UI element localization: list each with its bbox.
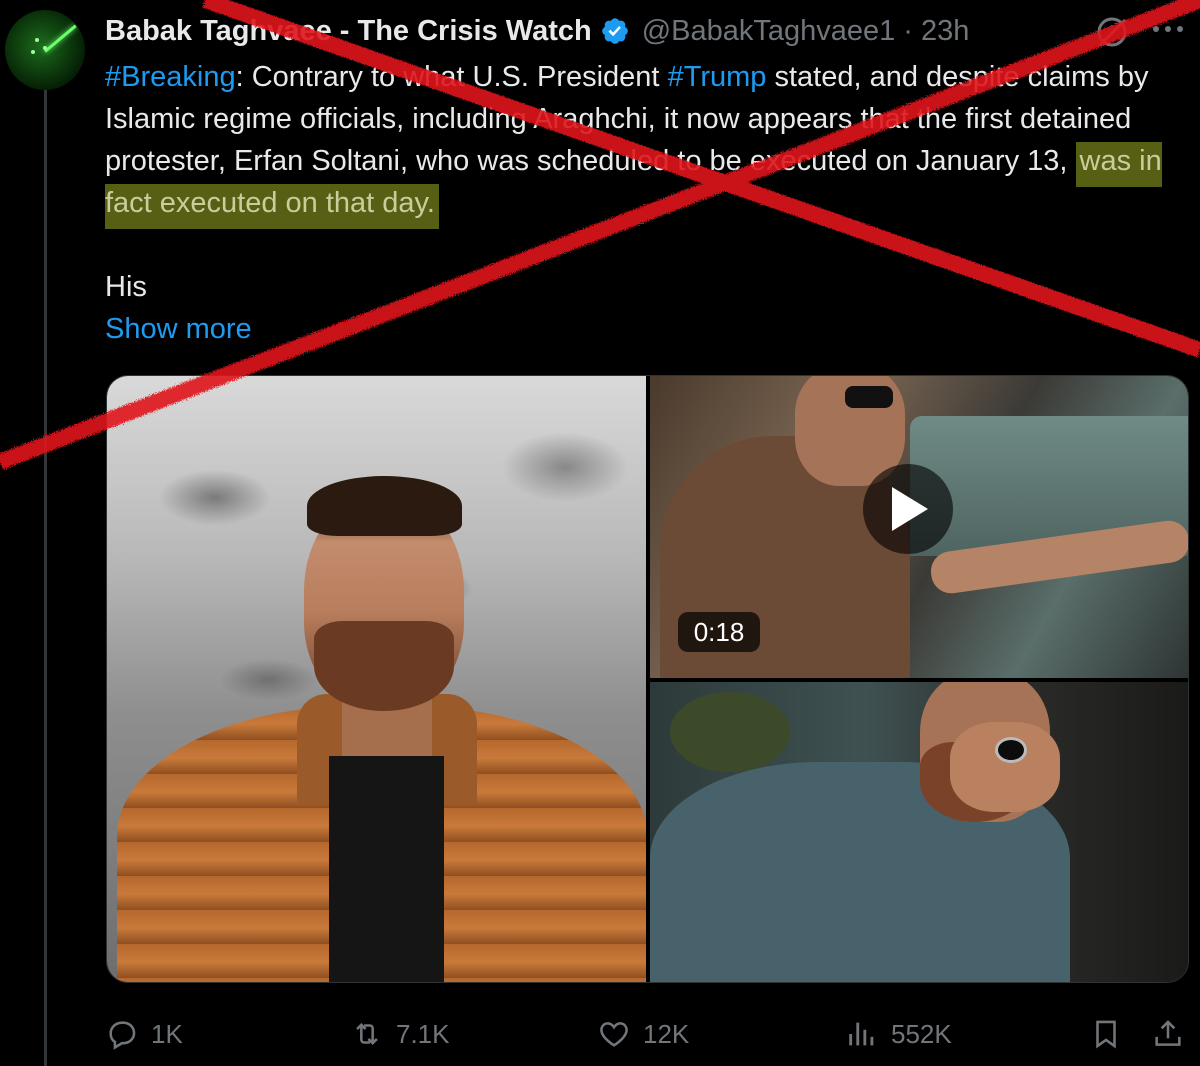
grok-icon[interactable] xyxy=(1094,14,1130,50)
verified-badge-icon xyxy=(601,18,628,44)
author-name[interactable]: Babak Taghvaee - The Crisis Watch xyxy=(105,15,592,48)
avatar[interactable] xyxy=(5,10,85,90)
shirt xyxy=(329,756,444,982)
bookmark-button[interactable] xyxy=(1089,1012,1135,1056)
photo-portrait-snow[interactable] xyxy=(107,376,646,982)
repost-button[interactable]: 7.1K xyxy=(350,1012,450,1056)
more-icon[interactable] xyxy=(1150,18,1186,42)
radar-blip xyxy=(35,38,39,42)
hashtag-trump[interactable]: #Trump xyxy=(668,61,767,93)
photo-portrait-sweater[interactable] xyxy=(650,682,1188,982)
hair xyxy=(307,476,462,536)
beard xyxy=(314,621,454,711)
plant xyxy=(670,692,790,772)
tweet-text-continued: His xyxy=(105,271,147,303)
tweet-header: Babak Taghvaee - The Crisis Watch @Babak… xyxy=(105,10,969,52)
video-thumbnail[interactable]: 0:18 xyxy=(650,376,1188,678)
radar-blip xyxy=(43,46,47,50)
heart-icon xyxy=(600,1022,628,1047)
reply-icon xyxy=(109,1021,136,1050)
hand xyxy=(950,722,1060,812)
tweet-actions: 1K 7.1K 12K 552K xyxy=(105,1012,1190,1056)
share-icon xyxy=(1155,1020,1181,1046)
like-count: 12K xyxy=(643,1018,690,1049)
play-icon xyxy=(892,487,928,531)
share-button[interactable] xyxy=(1151,1012,1197,1056)
tweet-timestamp[interactable]: 23h xyxy=(921,15,969,48)
author-handle[interactable]: @BabakTaghvaee1 xyxy=(642,15,896,48)
media-grid: 0:18 xyxy=(106,375,1189,983)
show-more-link[interactable]: Show more xyxy=(105,308,252,350)
hashtag-breaking[interactable]: #Breaking xyxy=(105,61,236,93)
views-button[interactable]: 552K xyxy=(845,1012,952,1056)
play-button[interactable] xyxy=(863,464,953,554)
radar-sweep xyxy=(44,24,77,53)
like-button[interactable]: 12K xyxy=(597,1012,689,1056)
sunglasses xyxy=(845,386,893,408)
ring xyxy=(995,737,1027,763)
repost-icon xyxy=(356,1022,378,1046)
reply-button[interactable]: 1K xyxy=(105,1012,183,1056)
bookmark-icon xyxy=(1096,1020,1116,1049)
video-duration: 0:18 xyxy=(678,612,760,652)
radar-blip xyxy=(31,50,35,54)
repost-count: 7.1K xyxy=(396,1018,450,1049)
thread-line xyxy=(44,86,47,1066)
tweet-text: #Breaking: Contrary to what U.S. Preside… xyxy=(105,56,1185,229)
views-count: 552K xyxy=(891,1018,952,1049)
reply-count: 1K xyxy=(151,1018,183,1049)
header-separator: · xyxy=(903,14,913,47)
views-icon xyxy=(849,1022,874,1046)
tweet-text-part-1: : Contrary to what U.S. President xyxy=(235,61,668,93)
